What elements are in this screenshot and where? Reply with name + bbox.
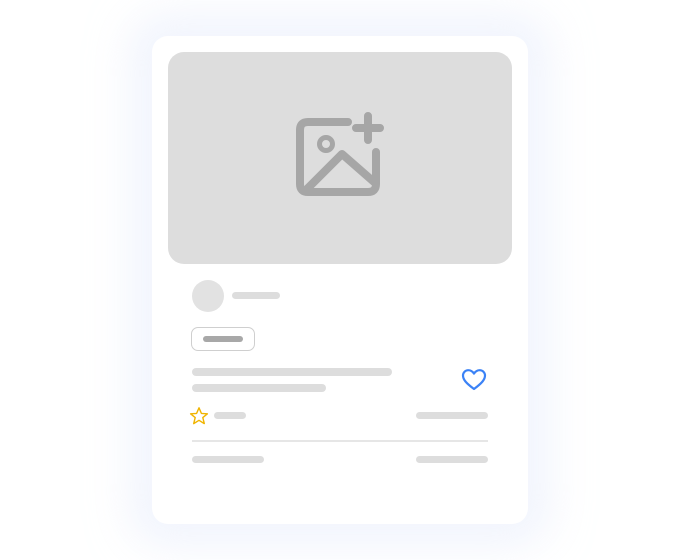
heart-icon[interactable] (460, 366, 488, 394)
price-placeholder (416, 412, 488, 419)
footer-left-placeholder (192, 456, 264, 463)
avatar-placeholder (192, 280, 224, 312)
tag-chip-placeholder (191, 327, 255, 351)
page-stage (0, 0, 680, 560)
card-divider (192, 440, 488, 442)
image-add-icon (296, 112, 384, 196)
product-card-skeleton (152, 36, 528, 524)
rating-value-placeholder (214, 412, 246, 419)
tag-text-placeholder (203, 336, 243, 342)
author-name-placeholder (232, 292, 280, 299)
title-line-1-placeholder (192, 368, 392, 376)
title-line-2-placeholder (192, 384, 326, 392)
footer-right-placeholder (416, 456, 488, 463)
media-placeholder (168, 52, 512, 264)
star-icon (189, 407, 209, 425)
